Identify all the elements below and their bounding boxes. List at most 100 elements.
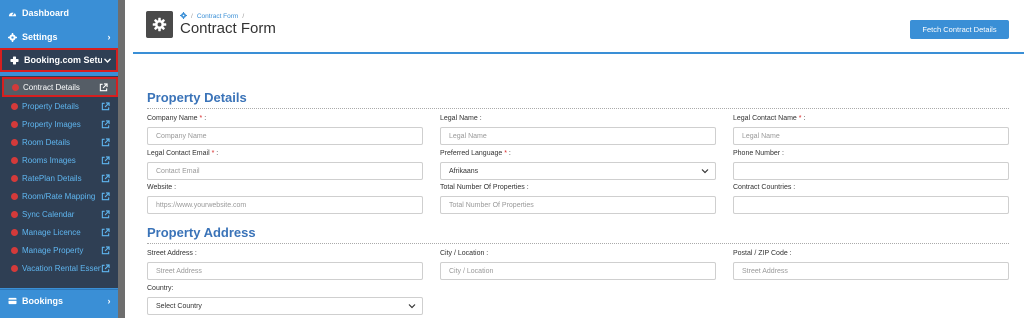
legal-contact-email-label: Legal Contact Email * :: [147, 150, 219, 157]
sidebar-item-label: Booking.com Setup: [24, 55, 102, 65]
total-properties-input[interactable]: Total Number Of Properties: [440, 196, 716, 214]
external-link-icon: [101, 173, 110, 183]
header-divider: [133, 52, 1024, 54]
preferred-language-select[interactable]: Afrikaans: [440, 162, 716, 180]
sidebar-subitem-label: Manage Property: [22, 245, 84, 255]
breadcrumb-item[interactable]: Contract Form: [197, 13, 239, 20]
sidebar-subitem-label: Rooms Images: [22, 155, 76, 165]
sidebar-scrollbar[interactable]: [118, 0, 125, 318]
bullet-icon: [11, 120, 18, 128]
sidebar-item-label: Settings: [22, 32, 58, 42]
phone-number-input[interactable]: [733, 162, 1009, 180]
sidebar-subitem-label: Sync Calendar: [22, 209, 75, 219]
country-value: Select Country: [156, 302, 202, 310]
sidebar-subitem-rateplan-details[interactable]: RatePlan Details: [0, 169, 118, 187]
chevron-right-icon: ›: [107, 295, 111, 306]
bullet-icon: [11, 138, 18, 146]
sidebar-subitem-vacation-rental-essentials[interactable]: Vacation Rental Essentials: [0, 259, 118, 277]
contract-countries-input[interactable]: [733, 196, 1009, 214]
breadcrumb-separator: /: [242, 13, 245, 20]
street-address-input[interactable]: Street Address: [147, 262, 423, 280]
gear-icon: [7, 32, 17, 42]
city-location-label: City / Location :: [440, 250, 489, 257]
country-label: Country:: [147, 285, 174, 292]
section-title-property-details: Property Details: [147, 90, 247, 105]
sidebar-item-label: Dashboard: [22, 8, 70, 18]
sidebar-item-bookings[interactable]: Bookings ›: [0, 289, 118, 311]
sidebar-subitem-label: Property Details: [22, 101, 79, 111]
country-select[interactable]: Select Country: [147, 297, 423, 315]
sidebar-subitem-label: Room Details: [22, 137, 71, 147]
sidebar-subitem-room-rate-mapping[interactable]: Room/Rate Mapping: [0, 187, 118, 205]
sidebar-item-dashboard[interactable]: Dashboard: [0, 2, 118, 24]
sidebar-subitem-room-details[interactable]: Room Details: [0, 133, 118, 151]
external-link-icon: [101, 263, 110, 273]
bullet-icon: [12, 83, 19, 91]
bullet-icon: [11, 264, 18, 272]
sidebar-subitem-contract-details[interactable]: Contract Details: [2, 77, 118, 97]
bookings-icon: [7, 296, 17, 306]
sidebar-subitem-sync-calendar[interactable]: Sync Calendar: [0, 205, 118, 223]
chevron-down-icon: [102, 55, 112, 65]
section-title-property-address: Property Address: [147, 225, 256, 240]
sidebar-subitem-manage-licence[interactable]: Manage Licence: [0, 223, 118, 241]
website-label: Website :: [147, 184, 177, 191]
company-name-label: Company Name * :: [147, 115, 207, 122]
booking-setup-submenu: Contract Details Property Details Proper…: [0, 76, 118, 288]
sidebar-subitem-rooms-images[interactable]: Rooms Images: [0, 151, 118, 169]
total-properties-label: Total Number Of Properties :: [440, 184, 529, 191]
sidebar-subitem-label: Manage Licence: [22, 227, 81, 237]
external-link-icon: [101, 227, 110, 237]
legal-name-label: Legal Name :: [440, 115, 482, 122]
bullet-icon: [11, 228, 18, 236]
street-address-label: Street Address :: [147, 250, 197, 257]
external-link-icon: [101, 155, 110, 165]
phone-number-label: Phone Number :: [733, 150, 784, 157]
sidebar-item-booking-setup[interactable]: Booking.com Setup: [0, 48, 118, 72]
sidebar-item-settings[interactable]: Settings ›: [0, 26, 118, 48]
bullet-icon: [11, 246, 18, 254]
external-link-icon: [101, 245, 110, 255]
sidebar-subitem-property-details[interactable]: Property Details: [0, 97, 118, 115]
company-name-input[interactable]: Company Name: [147, 127, 423, 145]
chevron-right-icon: ›: [107, 32, 111, 42]
sidebar-subitem-label: Room/Rate Mapping: [22, 191, 96, 201]
chevron-down-icon: [701, 167, 709, 175]
external-link-icon: [101, 137, 110, 147]
gear-icon: [152, 17, 167, 32]
sidebar-subitem-property-images[interactable]: Property Images: [0, 115, 118, 133]
city-location-input[interactable]: City / Location: [440, 262, 716, 280]
chevron-down-icon: [408, 302, 416, 310]
bullet-icon: [11, 156, 18, 164]
plus-cross-icon: [9, 55, 19, 65]
legal-contact-email-input[interactable]: Contact Email: [147, 162, 423, 180]
sidebar-subitem-manage-property[interactable]: Manage Property: [0, 241, 118, 259]
page-title: Contract Form: [180, 20, 276, 37]
section-divider: [147, 243, 1009, 244]
website-input[interactable]: https://www.yourwebsite.com: [147, 196, 423, 214]
preferred-language-label: Preferred Language * :: [440, 150, 511, 157]
section-divider: [147, 108, 1009, 109]
legal-name-input[interactable]: Legal Name: [440, 127, 716, 145]
external-link-icon: [99, 82, 108, 92]
sidebar-subitem-label: Vacation Rental Essentials: [22, 263, 101, 273]
bullet-icon: [11, 210, 18, 218]
postal-code-label: Postal / ZIP Code :: [733, 250, 792, 257]
bullet-icon: [11, 102, 18, 110]
page-icon: [146, 11, 173, 38]
external-link-icon: [101, 119, 110, 129]
sidebar-subitem-label: RatePlan Details: [22, 173, 82, 183]
sidebar: Dashboard Settings › Booking.com Setup C…: [0, 0, 125, 318]
dashboard-icon: [7, 8, 17, 18]
postal-code-input[interactable]: Street Address: [733, 262, 1009, 280]
legal-contact-name-input[interactable]: Legal Name: [733, 127, 1009, 145]
bullet-icon: [11, 192, 18, 200]
fetch-contract-details-button[interactable]: Fetch Contract Details: [910, 20, 1009, 39]
legal-contact-name-label: Legal Contact Name * :: [733, 115, 806, 122]
sidebar-subitem-label: Property Images: [22, 119, 81, 129]
external-link-icon: [101, 101, 110, 111]
breadcrumb-separator: /: [191, 13, 193, 20]
preferred-language-value: Afrikaans: [449, 167, 479, 175]
sidebar-item-label: Bookings: [22, 295, 64, 306]
contract-countries-label: Contract Countries :: [733, 184, 796, 191]
